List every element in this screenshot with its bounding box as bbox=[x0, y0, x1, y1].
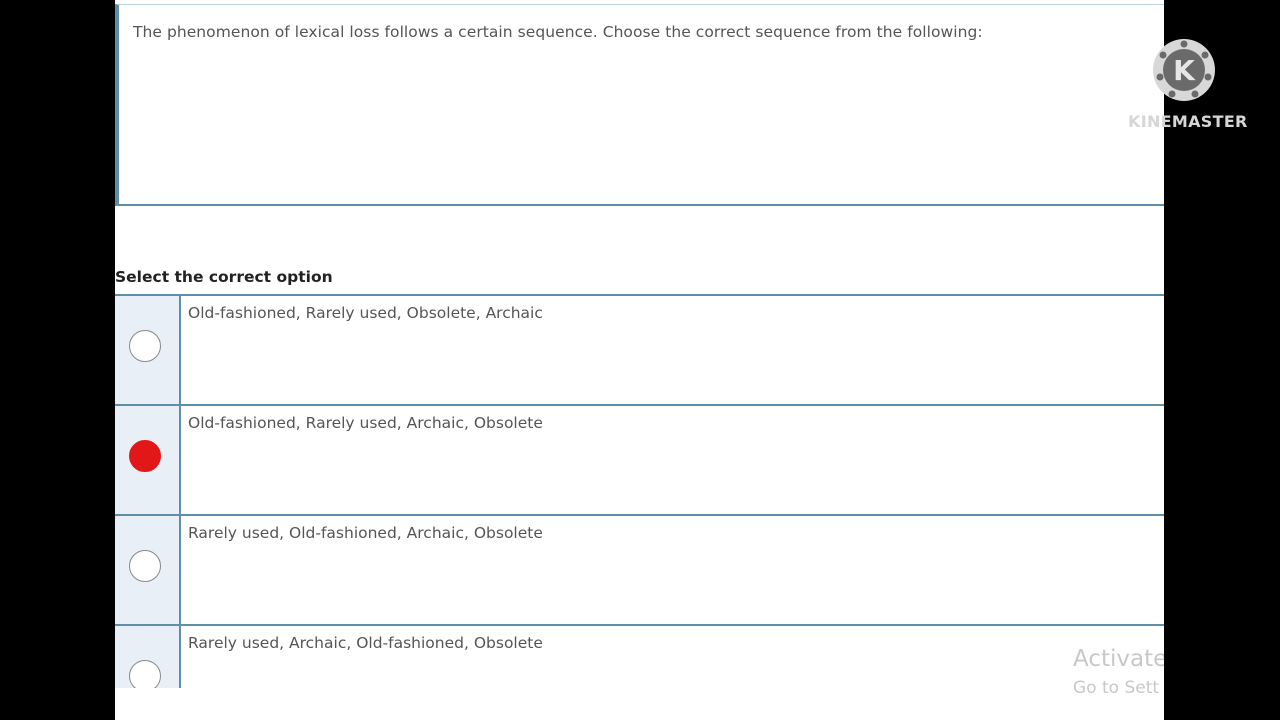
option-label-4[interactable]: Rarely used, Archaic, Old-fashioned, Obs… bbox=[181, 626, 1164, 690]
activate-windows-watermark: Activate Go to Sett bbox=[1073, 644, 1164, 702]
radio-button-4[interactable] bbox=[129, 660, 161, 690]
svg-text:K: K bbox=[1173, 54, 1196, 87]
kinemaster-logo-text: KINEMASTER bbox=[1128, 112, 1248, 131]
radio-button-3[interactable] bbox=[129, 550, 161, 582]
quiz-panel: The phenomenon of lexical loss follows a… bbox=[115, 0, 1164, 720]
option-label-3[interactable]: Rarely used, Old-fashioned, Archaic, Obs… bbox=[181, 516, 1164, 624]
kinemaster-logo-icon: K bbox=[1153, 39, 1215, 101]
question-box: The phenomenon of lexical loss follows a… bbox=[115, 4, 1164, 206]
watermark-line-1: Activate bbox=[1073, 646, 1164, 672]
radio-cell[interactable] bbox=[115, 516, 181, 624]
option-row-1[interactable]: Old-fashioned, Rarely used, Obsolete, Ar… bbox=[115, 296, 1164, 406]
radio-cell[interactable] bbox=[115, 626, 181, 690]
option-label-1[interactable]: Old-fashioned, Rarely used, Obsolete, Ar… bbox=[181, 296, 1164, 404]
options-list: Old-fashioned, Rarely used, Obsolete, Ar… bbox=[115, 294, 1164, 690]
radio-button-2[interactable] bbox=[129, 440, 161, 472]
option-row-2[interactable]: Old-fashioned, Rarely used, Archaic, Obs… bbox=[115, 406, 1164, 516]
option-row-3[interactable]: Rarely used, Old-fashioned, Archaic, Obs… bbox=[115, 516, 1164, 626]
radio-cell[interactable] bbox=[115, 296, 181, 404]
video-frame: The phenomenon of lexical loss follows a… bbox=[0, 0, 1280, 720]
watermark-line-2: Go to Sett bbox=[1073, 678, 1160, 698]
option-label-2[interactable]: Old-fashioned, Rarely used, Archaic, Obs… bbox=[181, 406, 1164, 514]
question-text: The phenomenon of lexical loss follows a… bbox=[133, 23, 983, 41]
option-row-4[interactable]: Rarely used, Archaic, Old-fashioned, Obs… bbox=[115, 626, 1164, 690]
select-option-label: Select the correct option bbox=[115, 268, 333, 286]
radio-cell[interactable] bbox=[115, 406, 181, 514]
radio-button-1[interactable] bbox=[129, 330, 161, 362]
bottom-strip bbox=[115, 688, 1164, 720]
